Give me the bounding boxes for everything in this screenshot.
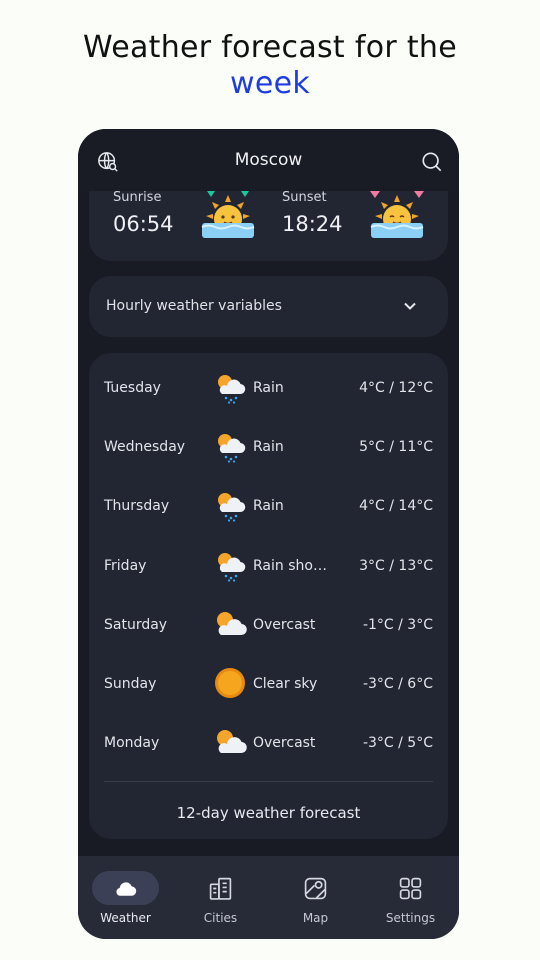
sunset-label: Sunset — [282, 190, 327, 205]
nav-weather-label: Weather — [100, 911, 151, 925]
rain-cloud-icon — [218, 434, 246, 463]
forecast-condition: Rain — [253, 498, 284, 515]
rain-cloud-icon — [218, 375, 246, 404]
top-bar: Moscow — [78, 129, 459, 191]
forecast-condition: Overcast — [253, 735, 316, 752]
forecast-temperature: 3°C / 13°C — [359, 557, 433, 574]
forecast-row[interactable]: Sunday Clear sky -3°C / 6°C — [89, 664, 448, 704]
forecast-row[interactable]: Saturday Overcast -1°C / 3°C — [89, 605, 448, 645]
headline-line1: Weather forecast for the — [83, 30, 457, 65]
sunrise-icon — [201, 191, 255, 238]
weekly-forecast-card: Tuesday Rain 4°C / 12°C Wednesday Rain 5°C / … — [89, 353, 448, 839]
forecast-condition: Clear sky — [253, 676, 318, 692]
rain-cloud-icon — [218, 493, 246, 522]
nav-map[interactable]: Map — [268, 856, 363, 939]
sunset-icon — [370, 191, 424, 238]
twelve-day-forecast-button[interactable]: 12-day weather forecast — [89, 804, 448, 822]
forecast-temperature: -1°C / 3°C — [362, 616, 433, 633]
forecast-day: Friday — [104, 557, 147, 574]
page-headline: Weather forecast for the week — [0, 30, 540, 102]
forecast-condition: Rain — [253, 439, 284, 456]
forecast-row[interactable]: Friday Rain sho… 3°C / 13°C — [89, 546, 448, 586]
forecast-day: Wednesday — [104, 439, 186, 456]
nav-map-label: Map — [302, 911, 329, 925]
forecast-temperature: 4°C / 12°C — [359, 380, 433, 396]
cloud-icon — [116, 882, 137, 896]
nav-cities[interactable]: Cities — [173, 856, 268, 939]
headline-accent: week — [229, 66, 311, 101]
forecast-day: Monday — [104, 735, 160, 752]
overcast-icon — [217, 611, 247, 635]
rain-cloud-icon — [218, 552, 246, 582]
sunrise-time: 06:54 — [113, 212, 174, 236]
buildings-icon — [209, 877, 232, 900]
forecast-condition: Overcast — [253, 616, 316, 633]
phone-screen: Moscow Sunrise 06:54 Sunset 18:24 Hourly… — [78, 129, 459, 939]
forecast-row[interactable]: Monday Overcast -3°C / 5°C — [89, 723, 448, 763]
map-icon — [304, 877, 327, 900]
forecast-day: Sunday — [104, 676, 157, 692]
sun-icon — [215, 668, 245, 698]
hourly-variables-dropdown[interactable]: Hourly weather variables — [89, 276, 448, 337]
forecast-row[interactable]: Tuesday Rain 4°C / 12°C — [89, 368, 448, 408]
forecast-row[interactable]: Wednesday Rain 5°C / 11°C — [89, 427, 448, 467]
nav-cities-label: Cities — [203, 911, 238, 925]
forecast-temperature: 5°C / 11°C — [359, 439, 433, 456]
divider — [104, 781, 433, 782]
hourly-variables-label: Hourly weather variables — [106, 298, 282, 314]
forecast-day: Saturday — [104, 616, 168, 633]
sunset-time: 18:24 — [282, 212, 343, 236]
forecast-row[interactable]: Thursday Rain 4°C / 14°C — [89, 486, 448, 526]
chevron-down-icon — [404, 302, 416, 310]
forecast-condition: Rain sho… — [253, 557, 327, 574]
forecast-condition: Rain — [253, 380, 284, 396]
search-icon[interactable] — [421, 151, 443, 173]
sunrise-label: Sunrise — [113, 190, 162, 205]
forecast-temperature: -3°C / 6°C — [362, 676, 433, 692]
forecast-temperature: -3°C / 5°C — [362, 735, 433, 752]
grid-icon — [399, 877, 422, 900]
overcast-icon — [217, 730, 247, 754]
forecast-day: Tuesday — [104, 380, 161, 396]
nav-settings[interactable]: Settings — [363, 856, 458, 939]
city-title: Moscow — [234, 150, 303, 170]
nav-settings-label: Settings — [385, 911, 436, 925]
bottom-navigation: Weather Cities Map Settings — [78, 856, 459, 939]
forecast-day: Thursday — [104, 498, 170, 515]
forecast-temperature: 4°C / 14°C — [359, 498, 433, 515]
nav-weather[interactable]: Weather — [78, 856, 173, 939]
